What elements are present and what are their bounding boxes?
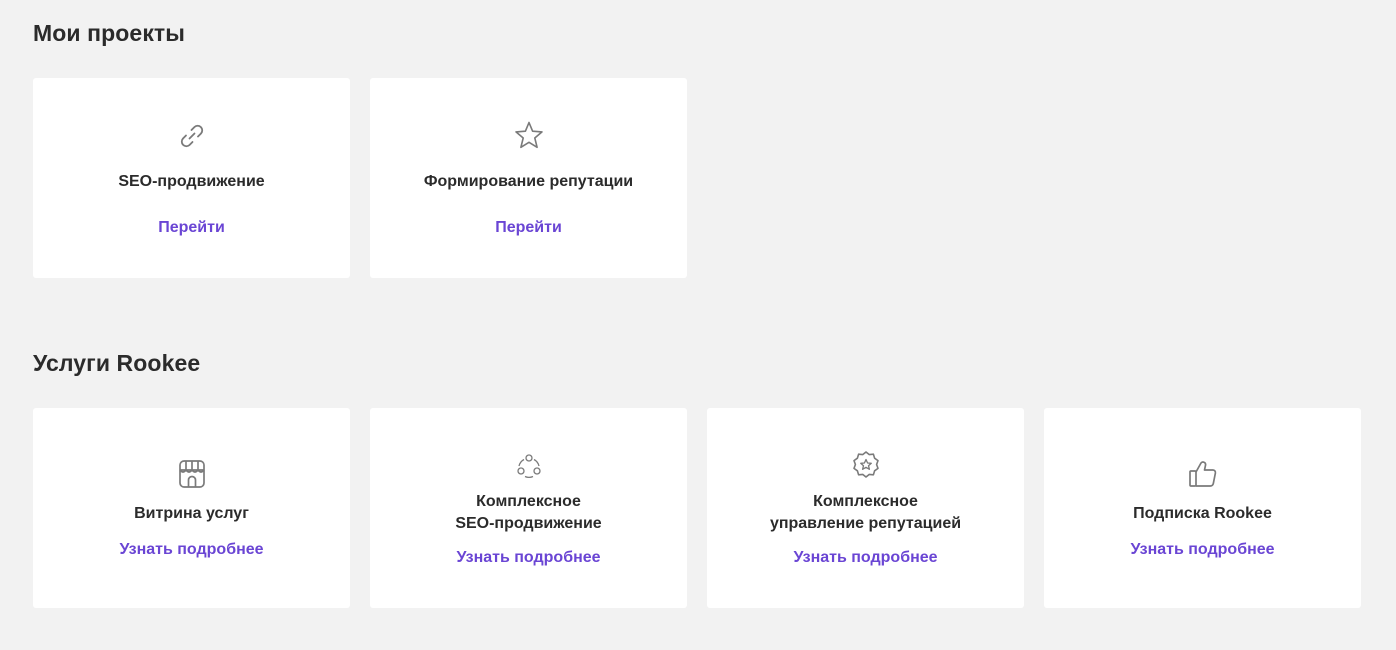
card-title: Комплексное управление репутацией <box>769 493 962 532</box>
services-row: Витрина услуг Узнать подробнее Комплексн… <box>33 408 1361 608</box>
go-link-reputation[interactable]: Перейти <box>495 219 562 237</box>
service-card-subscription[interactable]: Подписка Rookee Узнать подробнее <box>1044 408 1361 608</box>
section-title-my-projects: Мои проекты <box>33 20 186 46</box>
card-title: Витрина услуг <box>134 505 249 522</box>
service-card-complex-reputation[interactable]: Комплексное управление репутацией Узнать… <box>707 408 1024 608</box>
card-title: SEO-продвижение <box>118 173 265 190</box>
page: Мои проекты SEO-продвижение Перейти Форм… <box>0 0 1396 650</box>
cycle-icon <box>512 449 546 483</box>
service-card-complex-seo[interactable]: Комплексное SEO-продвижение Узнать подро… <box>370 408 687 608</box>
card-title: Подписка Rookee <box>1133 505 1272 522</box>
card-title: Формирование репутации <box>423 173 634 190</box>
card-title: Комплексное SEO-продвижение <box>455 493 602 532</box>
storefront-icon <box>175 457 209 491</box>
link-icon <box>175 119 209 153</box>
badge-star-icon <box>849 449 883 483</box>
learn-more-link-complex-reputation[interactable]: Узнать подробнее <box>793 549 937 567</box>
star-icon <box>512 119 546 153</box>
learn-more-link-complex-seo[interactable]: Узнать подробнее <box>456 549 600 567</box>
learn-more-link-showcase[interactable]: Узнать подробнее <box>119 541 263 559</box>
project-card-reputation[interactable]: Формирование репутации Перейти <box>370 78 687 278</box>
project-card-seo[interactable]: SEO-продвижение Перейти <box>33 78 350 278</box>
section-title-services: Услуги Rookee <box>33 350 201 376</box>
learn-more-link-subscription[interactable]: Узнать подробнее <box>1130 541 1274 559</box>
go-link-seo[interactable]: Перейти <box>158 219 225 237</box>
service-card-showcase[interactable]: Витрина услуг Узнать подробнее <box>33 408 350 608</box>
thumbs-up-icon <box>1186 457 1220 491</box>
projects-row: SEO-продвижение Перейти Формирование реп… <box>33 78 687 278</box>
